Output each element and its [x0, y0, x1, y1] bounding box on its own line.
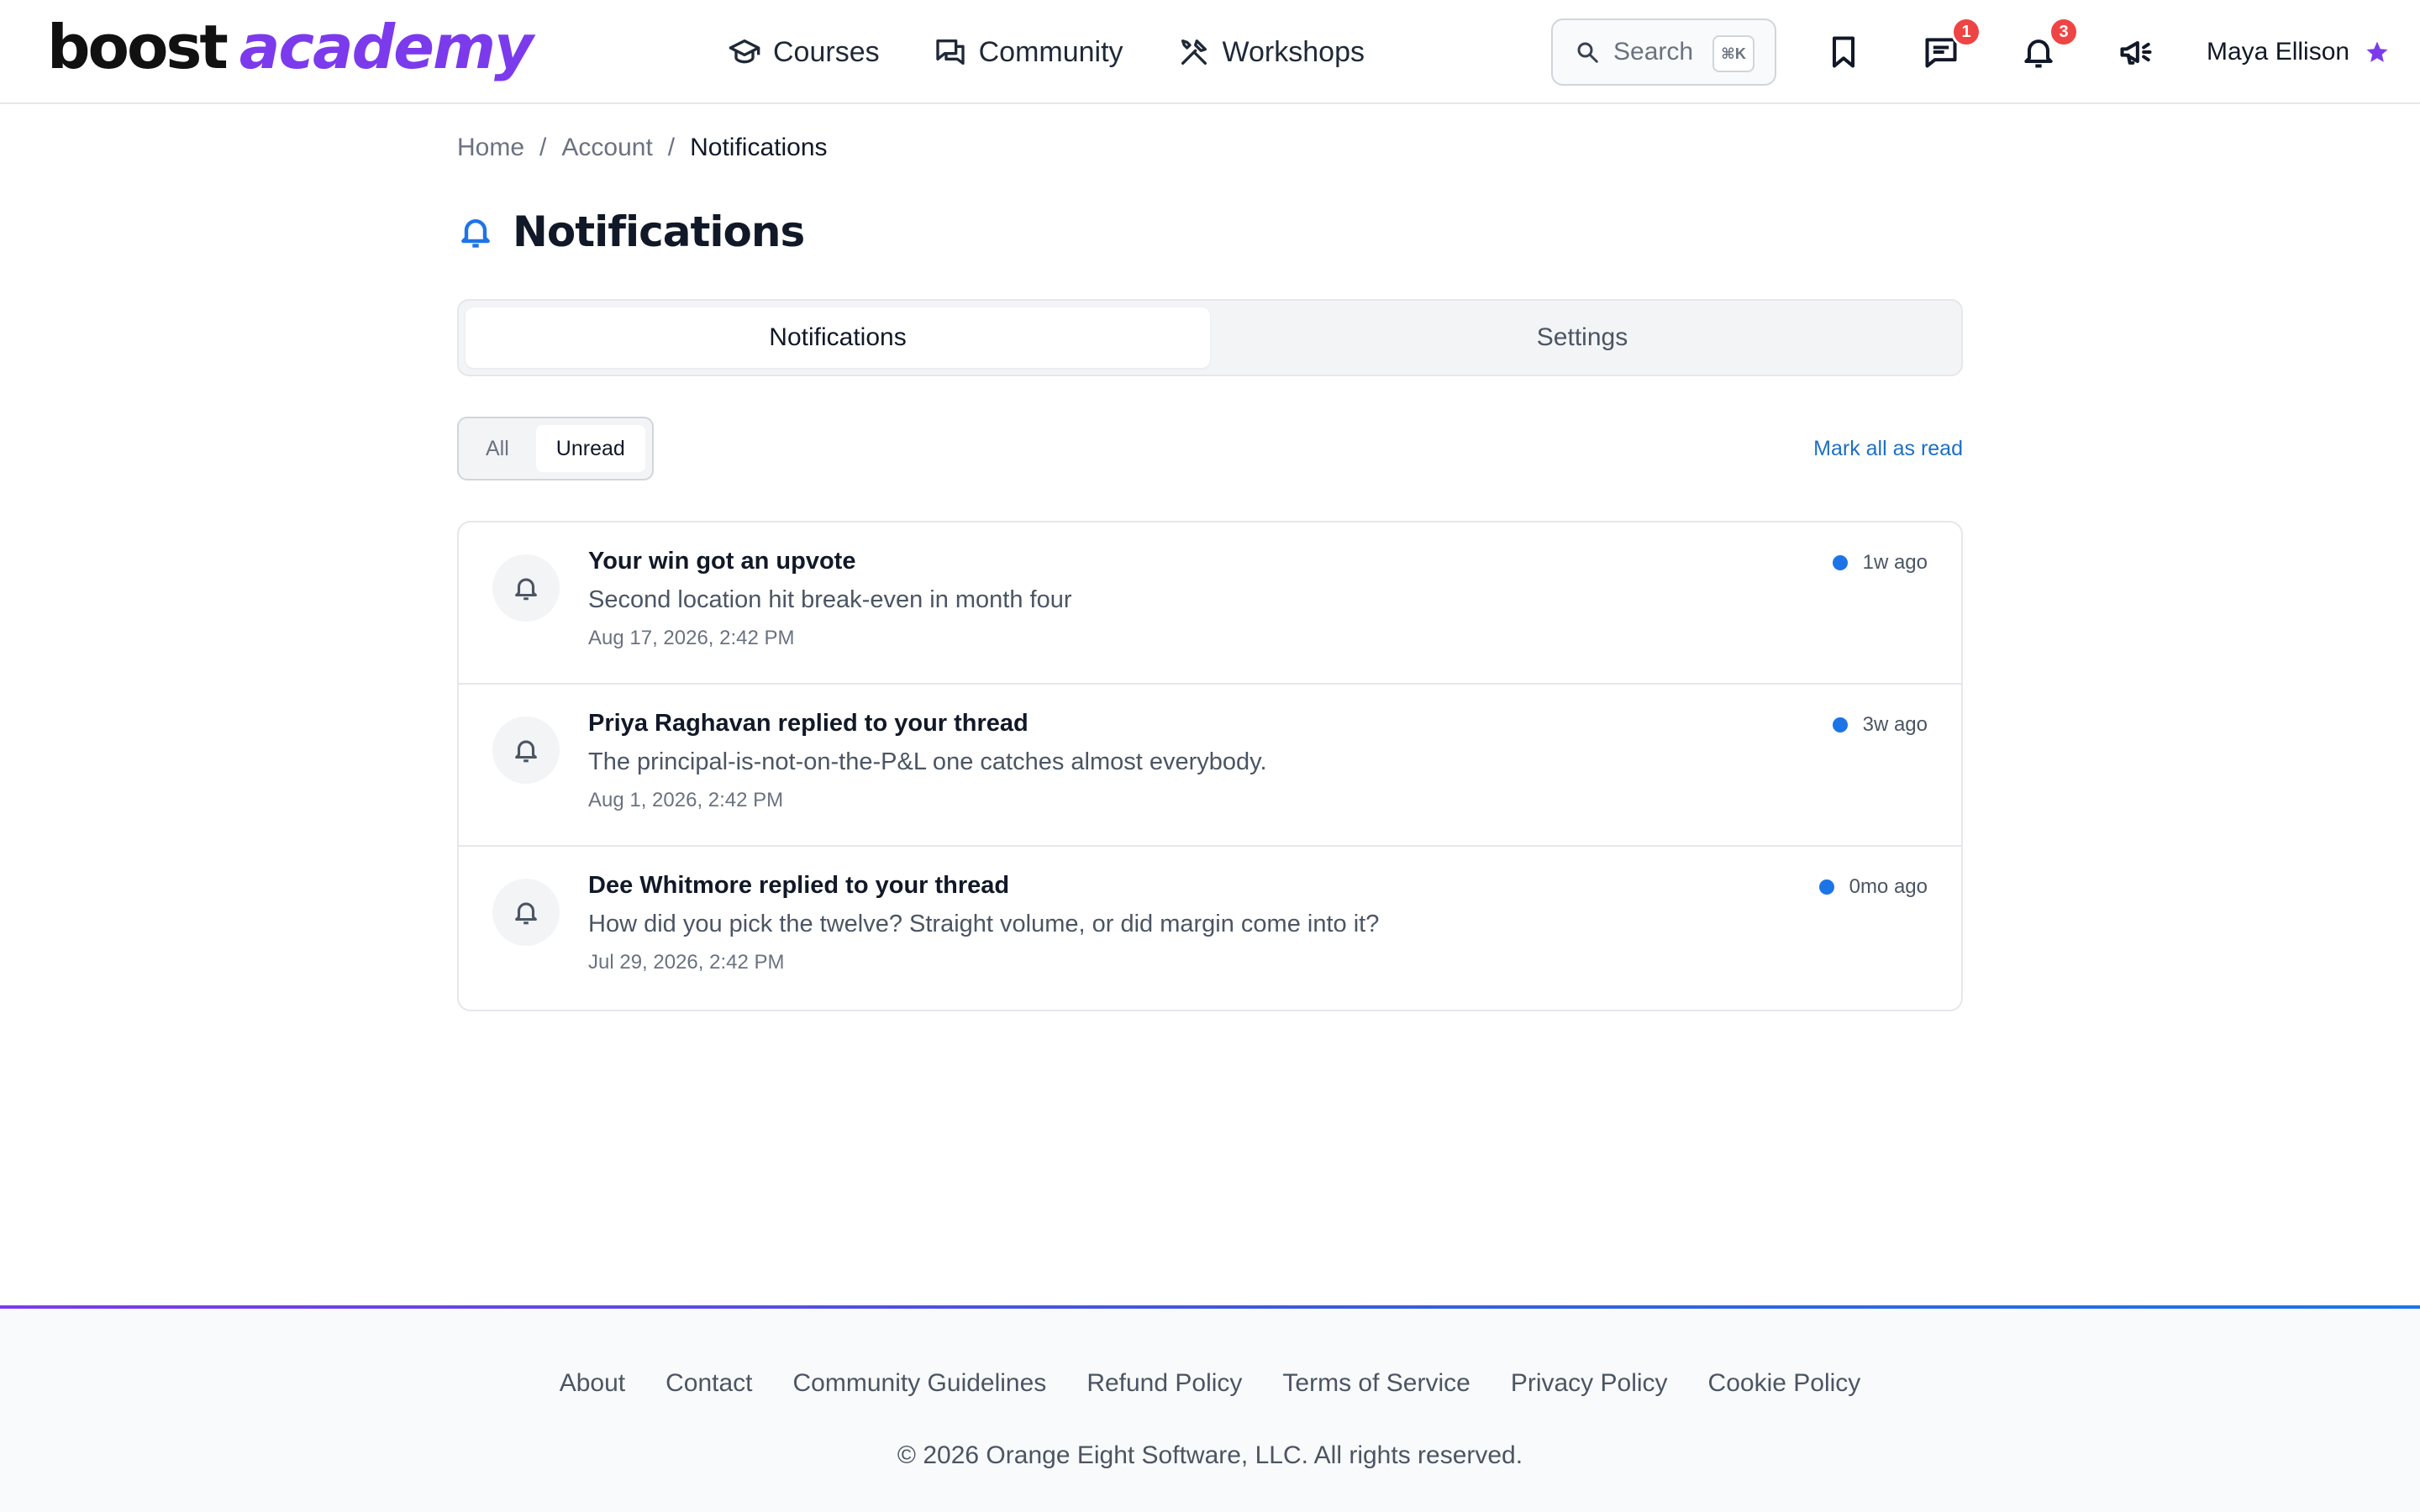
search-placeholder: Search [1613, 38, 1694, 66]
breadcrumb-current: Notifications [690, 134, 828, 161]
notification-item[interactable]: Dee Whitmore replied to your thread How … [459, 847, 1961, 1010]
top-navbar: boost academy Courses Community Workshop… [0, 0, 2420, 104]
page-title: Notifications [513, 207, 805, 256]
star-icon [2366, 41, 2388, 62]
tab-bar: Notifications Settings [457, 299, 1963, 376]
footer-link-contact[interactable]: Contact [666, 1369, 752, 1406]
notifications-badge: 3 [2049, 17, 2079, 47]
nav-courses[interactable]: Courses [728, 35, 880, 69]
search-icon [1577, 42, 1598, 63]
unread-dot [1832, 555, 1848, 570]
notification-body: The principal-is-not-on-the-P&L one catc… [588, 748, 1267, 775]
unread-dot [1818, 879, 1834, 895]
bell-icon [515, 902, 537, 925]
breadcrumb-home[interactable]: Home [457, 134, 524, 162]
brand-logo-boost: boost [47, 12, 229, 82]
brand-logo[interactable]: boost academy [47, 12, 534, 89]
notification-time: 0mo ago [1849, 875, 1928, 898]
user-name: Maya Ellison [2207, 38, 2350, 66]
notification-time: 1w ago [1862, 551, 1928, 574]
notification-time: 3w ago [1862, 713, 1928, 736]
bell-icon [515, 740, 537, 763]
footer-gradient-divider [0, 1305, 2420, 1309]
breadcrumb-separator: / [539, 134, 547, 161]
nav-workshops[interactable]: Workshops [1177, 35, 1365, 69]
chat-bubbles-icon [935, 39, 965, 66]
brand-logo-academy: academy [239, 12, 534, 82]
notification-title: Your win got an upvote [588, 548, 856, 575]
footer-link-refund-policy[interactable]: Refund Policy [1086, 1369, 1242, 1406]
notification-meta: 1w ago [1832, 551, 1928, 575]
bookmark-icon [1832, 36, 1855, 68]
tab-settings[interactable]: Settings [1210, 307, 1954, 368]
notification-meta: 0mo ago [1818, 875, 1928, 899]
footer-link-terms[interactable]: Terms of Service [1282, 1369, 1470, 1406]
breadcrumb-separator: / [667, 134, 676, 161]
bell-icon [461, 219, 490, 248]
main-nav: Courses Community Workshops [728, 27, 1365, 77]
bookmarks-button[interactable] [1818, 27, 1869, 77]
footer-link-cookie[interactable]: Cookie Policy [1708, 1369, 1861, 1406]
notification-avatar [492, 879, 560, 946]
notification-title: Dee Whitmore replied to your thread [588, 872, 1010, 899]
search-shortcut-hint: ⌘K [1712, 35, 1754, 72]
notification-body: Second location hit break-even in month … [588, 586, 1072, 613]
breadcrumb: Home / Account / Notifications [457, 131, 828, 165]
nav-courses-label: Courses [773, 35, 880, 68]
footer-links: About Contact Community Guidelines Refun… [0, 1369, 2420, 1406]
messages-button[interactable]: 1 [1916, 17, 1981, 77]
nav-workshops-label: Workshops [1222, 35, 1365, 68]
notification-avatar [492, 554, 560, 622]
search-input[interactable]: Search ⌘K [1551, 18, 1776, 86]
unread-dot [1832, 717, 1848, 732]
notification-item[interactable]: Your win got an upvote Second location h… [459, 522, 1961, 685]
page-header: Notifications [457, 202, 805, 262]
notifications-button[interactable]: 3 [2013, 17, 2079, 77]
user-menu[interactable]: Maya Ellison [2207, 30, 2390, 74]
megaphone-icon [2120, 40, 2152, 65]
announcements-button[interactable] [2111, 27, 2161, 77]
site-footer: About Contact Community Guidelines Refun… [0, 1305, 2420, 1512]
breadcrumb-account[interactable]: Account [561, 134, 652, 162]
notification-avatar [492, 717, 560, 784]
notification-list: Your win got an upvote Second location h… [457, 521, 1963, 1011]
filter-unread-button[interactable]: Unread [535, 425, 645, 472]
tab-notifications[interactable]: Notifications [466, 307, 1210, 368]
footer-link-about[interactable]: About [560, 1369, 625, 1406]
notification-meta: 3w ago [1832, 713, 1928, 737]
mark-all-read-link[interactable]: Mark all as read [1813, 433, 1963, 464]
bell-icon [515, 578, 537, 601]
graduation-cap-icon [729, 39, 760, 64]
notification-title: Priya Raghavan replied to your thread [588, 710, 1028, 737]
tools-icon [1181, 39, 1207, 66]
filter-all-button[interactable]: All [466, 425, 529, 472]
nav-community-label: Community [978, 35, 1123, 68]
footer-link-community-guidelines[interactable]: Community Guidelines [793, 1369, 1047, 1406]
notification-date: Jul 29, 2026, 2:42 PM [588, 951, 785, 974]
copyright-text: © 2026 Orange Eight Software, LLC. All r… [897, 1441, 1523, 1469]
nav-community[interactable]: Community [934, 35, 1123, 69]
messages-badge: 1 [1951, 17, 1981, 47]
read-filter-toggle: All Unread [457, 417, 654, 480]
notification-date: Aug 17, 2026, 2:42 PM [588, 627, 795, 649]
notification-body: How did you pick the twelve? Straight vo… [588, 911, 1380, 937]
notification-item[interactable]: Priya Raghavan replied to your thread Th… [459, 685, 1961, 847]
notification-date: Aug 1, 2026, 2:42 PM [588, 789, 784, 811]
footer-link-privacy[interactable]: Privacy Policy [1511, 1369, 1668, 1406]
